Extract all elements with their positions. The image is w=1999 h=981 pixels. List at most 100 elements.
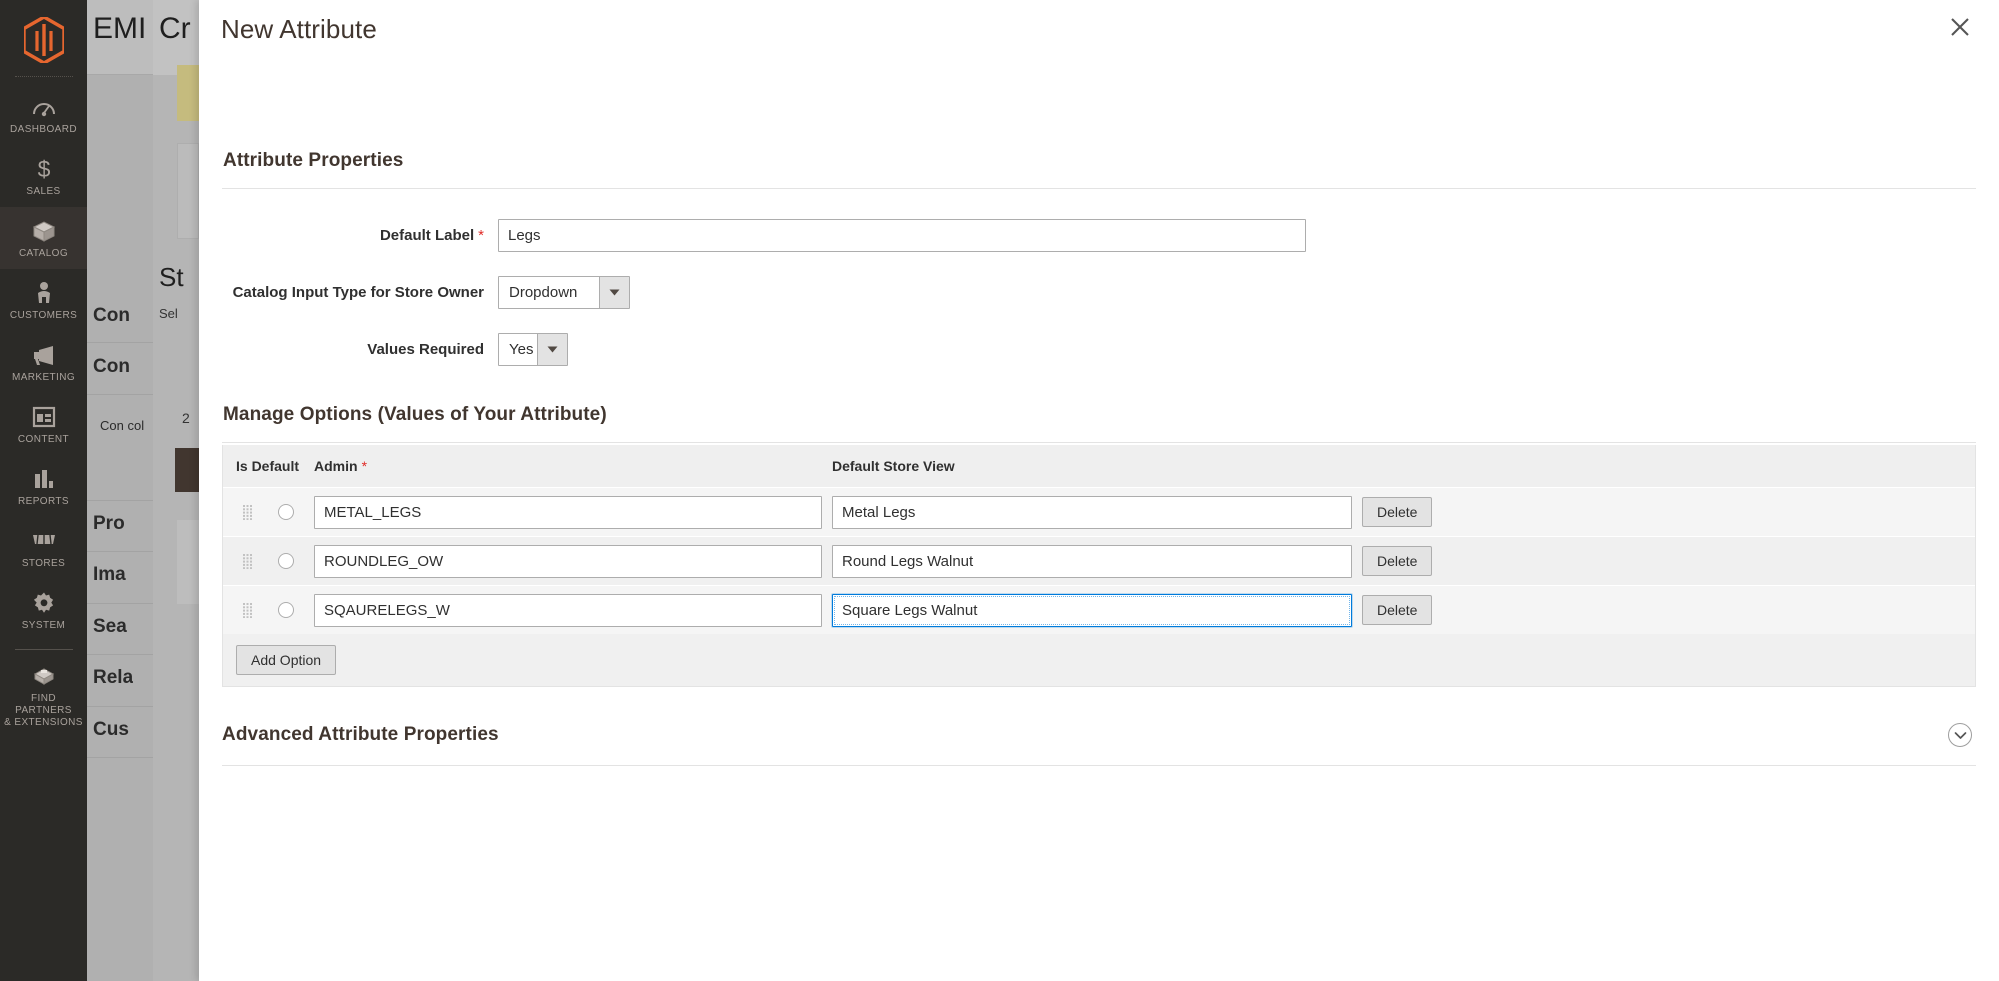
sidebar-item-label: CATALOG — [18, 248, 69, 259]
background-divider — [87, 551, 153, 552]
background-divider — [87, 706, 153, 707]
store-view-value-input[interactable] — [832, 495, 1352, 529]
background-notice-banner — [177, 65, 199, 121]
catalog-input-type-value: Dropdown — [509, 284, 578, 301]
store-view-value-cell — [832, 495, 1362, 529]
catalog-input-type-label: Catalog Input Type for Store Owner — [232, 284, 484, 301]
modal-title: New Attribute — [221, 14, 377, 44]
catalog-input-type-select[interactable]: Dropdown — [498, 276, 630, 309]
dollar-icon: $ — [30, 156, 57, 182]
modal-header: New Attribute — [199, 0, 1999, 118]
background-section-label: Con — [93, 305, 130, 326]
delete-option-button[interactable]: Delete — [1362, 497, 1433, 527]
gear-icon — [30, 590, 57, 616]
background-section-label: Rela — [93, 667, 134, 688]
required-marker: * — [478, 227, 484, 244]
sidebar-item-label: FIND PARTNERS & EXTENSIONS — [4, 693, 83, 728]
svg-text:$: $ — [37, 156, 50, 182]
is-default-radio[interactable] — [278, 504, 294, 520]
default-label-text: Default Label — [379, 227, 475, 244]
advanced-attribute-properties-section[interactable]: Advanced Attribute Properties — [222, 723, 1976, 766]
sidebar-item-label: SALES — [26, 186, 61, 197]
layout-icon — [30, 404, 57, 430]
background-section-label: Pro — [93, 513, 125, 534]
values-required-value: Yes — [509, 341, 534, 358]
background-breadcrumb-text: Cr — [159, 12, 191, 45]
values-required-label: Values Required — [367, 341, 484, 358]
bar-chart-icon — [30, 466, 57, 492]
background-count: 2 — [182, 410, 190, 426]
drag-handle-icon[interactable] — [236, 553, 258, 569]
delete-option-button[interactable]: Delete — [1362, 595, 1433, 625]
sidebar-item-label: CUSTOMERS — [9, 310, 78, 321]
delete-option-button[interactable]: Delete — [1362, 546, 1433, 576]
sidebar-item-customers[interactable]: CUSTOMERS — [0, 269, 87, 331]
admin-value-input[interactable] — [314, 593, 822, 627]
sidebar-divider — [14, 649, 73, 650]
sidebar-item-label: SYSTEM — [21, 620, 66, 631]
close-icon[interactable] — [1940, 7, 1980, 47]
background-divider — [87, 342, 153, 343]
sidebar-item-label: DASHBOARD — [10, 124, 77, 135]
sidebar-item-dashboard[interactable]: DASHBOARD — [0, 83, 87, 145]
modal-body: Attribute Properties Default Label* Cata… — [199, 118, 1999, 981]
sidebar-item-find-partners[interactable]: FIND PARTNERS & EXTENSIONS — [0, 652, 87, 738]
dashboard-icon — [30, 94, 57, 120]
store-view-value-input[interactable] — [832, 544, 1352, 578]
values-required-select[interactable]: Yes — [498, 333, 568, 366]
store-view-value-cell — [832, 593, 1362, 627]
chevron-down-icon[interactable] — [599, 277, 629, 308]
table-row: Delete — [223, 487, 1975, 536]
background-divider — [87, 654, 153, 655]
extension-icon — [30, 663, 57, 689]
is-default-radio-cell — [258, 602, 314, 618]
admin-value-input[interactable] — [314, 495, 822, 529]
admin-sidebar: DASHBOARD $ SALES CATALOG CUSTOMERS MARK… — [0, 0, 87, 981]
attribute-properties-title: Attribute Properties — [222, 118, 1976, 189]
delete-cell: Delete — [1362, 595, 1433, 625]
column-header-admin: Admin * — [314, 458, 832, 474]
is-default-radio[interactable] — [278, 553, 294, 569]
delete-cell: Delete — [1362, 497, 1433, 527]
admin-value-cell — [314, 593, 832, 627]
background-section-label: Con — [93, 356, 130, 377]
admin-value-cell — [314, 544, 832, 578]
sidebar-item-reports[interactable]: REPORTS — [0, 455, 87, 517]
background-card — [177, 520, 199, 604]
field-row-values-required: Values Required Yes — [222, 333, 1976, 366]
sidebar-item-label: MARKETING — [11, 372, 76, 383]
background-button — [175, 448, 199, 492]
column-header-admin-text: Admin — [314, 458, 358, 474]
magento-logo[interactable] — [16, 12, 72, 68]
chevron-down-icon[interactable] — [537, 334, 567, 365]
is-default-radio[interactable] — [278, 602, 294, 618]
sidebar-item-content[interactable]: CONTENT — [0, 393, 87, 455]
background-section-label: Sea — [93, 616, 127, 637]
background-section-label: Ima — [93, 564, 126, 585]
store-view-value-input[interactable] — [832, 593, 1352, 627]
sidebar-item-system[interactable]: SYSTEM — [0, 579, 87, 641]
background-page-title: St — [159, 262, 184, 292]
default-label-label: Default Label * — [222, 227, 498, 244]
field-row-catalog-input-type: Catalog Input Type for Store Owner Dropd… — [222, 276, 1976, 309]
background-page-subtitle: Sel — [159, 306, 178, 321]
sidebar-item-marketing[interactable]: MARKETING — [0, 331, 87, 393]
chevron-down-icon[interactable] — [1948, 723, 1972, 747]
sidebar-item-sales[interactable]: $ SALES — [0, 145, 87, 207]
admin-value-input[interactable] — [314, 544, 822, 578]
is-default-radio-cell — [258, 553, 314, 569]
sidebar-item-stores[interactable]: STORES — [0, 517, 87, 579]
table-footer: Add Option — [223, 634, 1975, 686]
drag-handle-icon[interactable] — [236, 602, 258, 618]
background-section-label: Cus — [93, 719, 129, 740]
add-option-button[interactable]: Add Option — [236, 645, 337, 675]
background-header-text: EMI — [93, 12, 147, 45]
drag-handle-icon[interactable] — [236, 504, 258, 520]
background-card — [177, 143, 199, 239]
sidebar-item-label: CONTENT — [17, 434, 70, 445]
default-label-input[interactable] — [498, 219, 1306, 252]
manage-options-title: Manage Options (Values of Your Attribute… — [222, 366, 1976, 443]
required-marker: * — [361, 458, 368, 474]
advanced-attribute-properties-title: Advanced Attribute Properties — [222, 724, 499, 745]
sidebar-item-catalog[interactable]: CATALOG — [0, 207, 87, 269]
